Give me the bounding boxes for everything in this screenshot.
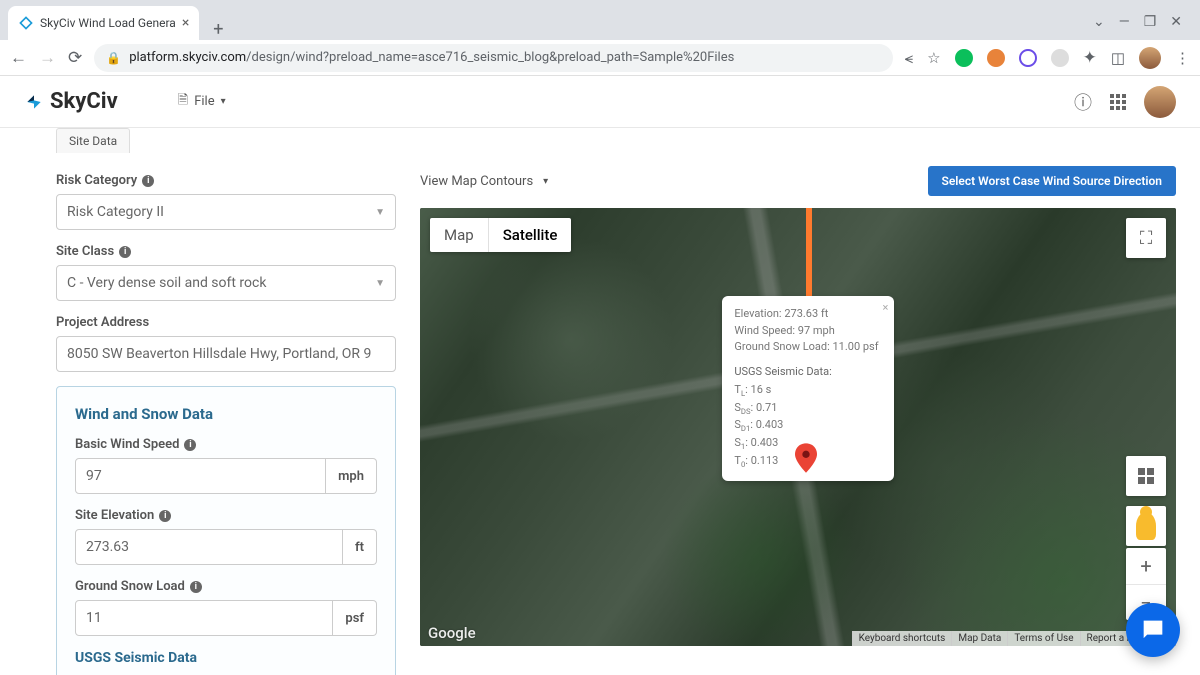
tab-site-data[interactable]: Site Data: [56, 128, 130, 153]
map-marker-icon[interactable]: [795, 443, 817, 473]
project-address-input[interactable]: 8050 SW Beaverton Hillsdale Hwy, Portlan…: [56, 336, 396, 372]
wind-speed-input[interactable]: [75, 458, 326, 494]
toolbar-icons: ⪪ ☆ ✦ ◫ ⋮: [905, 47, 1190, 69]
panel-title: Wind and Snow Data: [75, 405, 377, 423]
user-avatar[interactable]: [1144, 86, 1176, 118]
info-icon[interactable]: i: [159, 510, 171, 522]
chevron-down-icon: ▼: [375, 207, 385, 218]
risk-category-select[interactable]: Risk Category II ▼: [56, 194, 396, 230]
info-usgs-title: USGS Seismic Data:: [734, 364, 882, 381]
url-field[interactable]: 🔒 platform.skyciv.com/design/wind?preloa…: [94, 44, 892, 72]
wind-speed-label: Basic Wind Speed i: [75, 437, 377, 452]
tab-title: SkyCiv Wind Load Genera: [40, 16, 176, 30]
chevron-down-icon[interactable]: ⌄: [1093, 14, 1105, 30]
keyboard-shortcuts-link[interactable]: Keyboard shortcuts: [852, 631, 952, 646]
main-content: View Map Contours ▾ Select Worst Case Wi…: [420, 128, 1176, 675]
back-button[interactable]: ←: [10, 48, 27, 68]
sidebar: Site Data Risk Category i Risk Category …: [56, 128, 396, 675]
browser-chrome: SkyCiv Wind Load Genera × + ⌄ — ❐ ✕: [0, 0, 1200, 40]
chat-button[interactable]: [1126, 603, 1180, 657]
info-snow: Ground Snow Load: 11.00 psf: [734, 339, 882, 356]
url-text: platform.skyciv.com/design/wind?preload_…: [129, 50, 734, 65]
extension-purple-icon[interactable]: [1019, 49, 1037, 67]
project-address-label: Project Address: [56, 315, 396, 330]
info-elevation: Elevation: 273.63 ft: [734, 306, 882, 323]
info-icon[interactable]: i: [119, 246, 131, 258]
google-logo: Google: [428, 624, 476, 642]
chevron-down-icon: ▾: [543, 176, 548, 187]
info-sds: SDS: 0.71: [734, 400, 882, 418]
view-contours-dropdown[interactable]: View Map Contours ▾: [420, 174, 548, 189]
menu-icon[interactable]: ⋮: [1175, 49, 1190, 67]
info-sd1: SD1: 0.403: [734, 417, 882, 435]
chat-icon: [1139, 616, 1167, 644]
info-tl: TL: 16 s: [734, 382, 882, 400]
tab-close-icon[interactable]: ×: [182, 15, 189, 31]
chevron-down-icon: ▼: [375, 278, 385, 289]
apps-icon[interactable]: [1110, 94, 1126, 110]
usgs-title: USGS Seismic Data: [75, 650, 377, 666]
share-icon[interactable]: ⪪: [905, 49, 913, 67]
snow-load-label: Ground Snow Load i: [75, 579, 377, 594]
snow-load-unit: psf: [333, 600, 377, 636]
window-controls: ⌄ — ❐ ✕: [1093, 10, 1192, 40]
chevron-down-icon: ▾: [221, 96, 226, 107]
logo-icon: [24, 92, 44, 112]
map-type-map[interactable]: Map: [430, 218, 488, 252]
info-icon[interactable]: i: [190, 581, 202, 593]
app-header: SkyCiv 🗎 File ▾ ⓘ: [0, 76, 1200, 128]
bookmark-icon[interactable]: ☆: [927, 49, 940, 67]
site-elevation-input[interactable]: [75, 529, 343, 565]
address-bar: ← → ⟳ 🔒 platform.skyciv.com/design/wind?…: [0, 40, 1200, 76]
tab-favicon: [18, 15, 34, 31]
direction-line: [806, 208, 812, 308]
extension-gray-icon[interactable]: [1051, 49, 1069, 67]
site-elevation-label: Site Elevation i: [75, 508, 377, 523]
new-tab-button[interactable]: +: [207, 19, 229, 40]
extensions-icon[interactable]: ✦: [1083, 48, 1097, 68]
info-wind: Wind Speed: 97 mph: [734, 323, 882, 340]
sidepanel-icon[interactable]: ◫: [1111, 49, 1125, 67]
site-class-label: Site Class i: [56, 244, 396, 259]
extension-orange-icon[interactable]: [987, 49, 1005, 67]
minimize-icon[interactable]: —: [1119, 14, 1130, 30]
snow-load-input[interactable]: [75, 600, 333, 636]
pegman-icon: [1136, 512, 1156, 540]
terms-link[interactable]: Terms of Use: [1007, 631, 1079, 646]
wind-speed-unit: mph: [326, 458, 377, 494]
extension-green-icon[interactable]: [955, 49, 973, 67]
close-window-icon[interactable]: ✕: [1170, 14, 1182, 30]
file-icon: 🗎: [178, 91, 188, 113]
logo[interactable]: SkyCiv: [24, 89, 118, 114]
info-icon[interactable]: i: [142, 175, 154, 187]
risk-category-label: Risk Category i: [56, 173, 396, 188]
zoom-in-button[interactable]: +: [1126, 548, 1166, 584]
profile-avatar[interactable]: [1139, 47, 1161, 69]
map-data-link[interactable]: Map Data: [951, 631, 1007, 646]
wind-snow-panel: Wind and Snow Data Basic Wind Speed i mp…: [56, 386, 396, 675]
layers-button[interactable]: [1126, 456, 1166, 496]
maximize-icon[interactable]: ❐: [1144, 14, 1157, 30]
map[interactable]: Map Satellite ⛶ × Elevation: 273.63 ft W…: [420, 208, 1176, 646]
site-elevation-unit: ft: [343, 529, 377, 565]
pegman-button[interactable]: [1126, 506, 1166, 546]
help-icon[interactable]: ⓘ: [1074, 89, 1092, 115]
reload-button[interactable]: ⟳: [68, 48, 82, 68]
map-type-satellite[interactable]: Satellite: [489, 218, 572, 252]
browser-tab[interactable]: SkyCiv Wind Load Genera ×: [8, 6, 199, 40]
fullscreen-button[interactable]: ⛶: [1126, 218, 1166, 258]
info-icon[interactable]: i: [184, 439, 196, 451]
forward-button[interactable]: →: [39, 48, 56, 68]
close-icon[interactable]: ×: [883, 300, 889, 317]
map-type-toggle: Map Satellite: [430, 218, 571, 252]
lock-icon: 🔒: [106, 51, 121, 65]
site-class-select[interactable]: C - Very dense soil and soft rock ▼: [56, 265, 396, 301]
select-worst-case-button[interactable]: Select Worst Case Wind Source Direction: [928, 166, 1176, 196]
file-menu[interactable]: 🗎 File ▾: [178, 91, 226, 113]
